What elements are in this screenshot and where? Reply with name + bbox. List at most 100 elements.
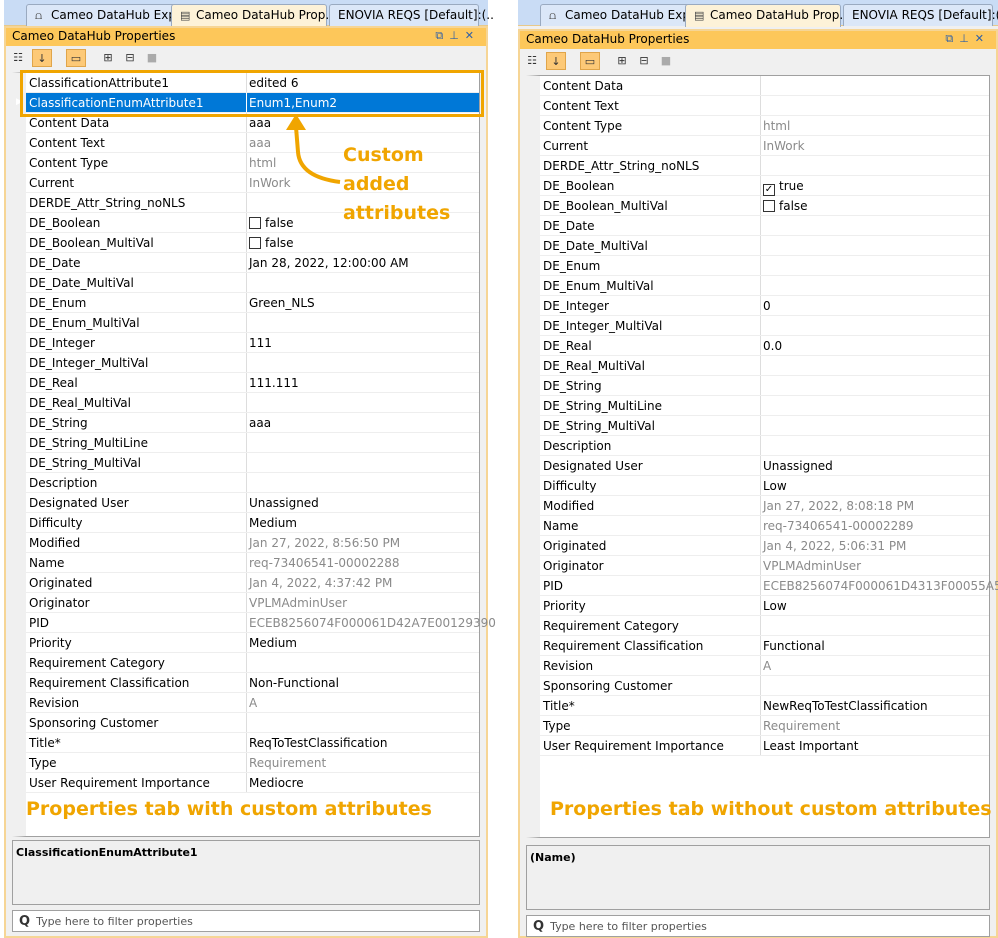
- property-row[interactable]: DE_String_MultiLine: [540, 396, 989, 416]
- property-value[interactable]: Low: [763, 599, 787, 613]
- collapse-all-icon[interactable]: ⊟: [634, 52, 654, 70]
- property-row[interactable]: Name req-73406541-00002288: [26, 553, 479, 573]
- property-row[interactable]: DE_String: [540, 376, 989, 396]
- property-row[interactable]: DE_Boolean ✓ true: [540, 176, 989, 196]
- property-row[interactable]: DE_Real 111.111: [26, 373, 479, 393]
- property-row[interactable]: Revision A: [540, 656, 989, 676]
- property-value[interactable]: Low: [763, 479, 787, 493]
- property-row[interactable]: DE_Boolean_MultiVal false: [540, 196, 989, 216]
- property-row[interactable]: Difficulty Low: [540, 476, 989, 496]
- close-icon[interactable]: ✕: [975, 32, 990, 45]
- property-row[interactable]: DE_Real_MultiVal: [26, 393, 479, 413]
- property-row[interactable]: Requirement Category: [26, 653, 479, 673]
- property-row[interactable]: DE_Real 0.0: [540, 336, 989, 356]
- property-row[interactable]: DE_Real_MultiVal: [540, 356, 989, 376]
- checkbox[interactable]: [249, 217, 261, 229]
- property-row[interactable]: DE_Enum_MultiVal: [540, 276, 989, 296]
- property-row[interactable]: Difficulty Medium: [26, 513, 479, 533]
- collapse-all-icon[interactable]: ⊟: [120, 49, 140, 67]
- property-value[interactable]: false: [763, 199, 808, 213]
- property-row[interactable]: Revision A: [26, 693, 479, 713]
- float-icon[interactable]: ⧉: [435, 29, 449, 42]
- property-row[interactable]: DE_Integer 0: [540, 296, 989, 316]
- property-row[interactable]: Title* ReqToTestClassification: [26, 733, 479, 753]
- description-toggle-icon[interactable]: ▭: [580, 52, 600, 70]
- pin-icon[interactable]: ⊥: [959, 32, 975, 45]
- property-row[interactable]: Designated User Unassigned: [26, 493, 479, 513]
- close-icon[interactable]: ✕: [465, 29, 480, 42]
- property-row[interactable]: DE_String_MultiLine: [26, 433, 479, 453]
- tab-2[interactable]: ENOVIA REQS [Default]:(..: [843, 4, 998, 26]
- property-row[interactable]: Requirement Classification Functional: [540, 636, 989, 656]
- checkbox[interactable]: [763, 200, 775, 212]
- property-value[interactable]: 0.0: [763, 339, 782, 353]
- property-row[interactable]: DE_Enum: [540, 256, 989, 276]
- property-row[interactable]: Originator VPLMAdminUser: [26, 593, 479, 613]
- property-value[interactable]: NewReqToTestClassification: [763, 699, 928, 713]
- property-value[interactable]: Medium: [249, 636, 297, 650]
- property-value[interactable]: Unassigned: [249, 496, 319, 510]
- property-value[interactable]: Non-Functional: [249, 676, 339, 690]
- property-value[interactable]: false: [249, 216, 294, 230]
- property-row[interactable]: PID ECEB8256074F000061D42A7E00129390: [26, 613, 496, 633]
- property-row[interactable]: PID ECEB8256074F000061D4313F00055A5A: [540, 576, 998, 596]
- property-row[interactable]: Requirement Classification Non-Functional: [26, 673, 479, 693]
- sort-alphabetical-icon[interactable]: ↓: [546, 52, 566, 70]
- property-row[interactable]: Modified Jan 27, 2022, 8:08:18 PM: [540, 496, 989, 516]
- property-value[interactable]: Functional: [763, 639, 825, 653]
- property-row[interactable]: Current InWork: [540, 136, 989, 156]
- filter-input[interactable]: Q Type here to filter properties: [12, 910, 480, 932]
- property-value[interactable]: ✓ true: [763, 179, 804, 196]
- save-icon[interactable]: ■: [656, 52, 676, 70]
- tab-0[interactable]: ⩍ Cameo DataHub Expl..: [26, 4, 187, 26]
- property-row[interactable]: DE_Integer_MultiVal: [26, 353, 479, 373]
- checkbox[interactable]: ✓: [763, 184, 775, 196]
- property-value[interactable]: Mediocre: [249, 776, 304, 790]
- property-row[interactable]: Requirement Category: [540, 616, 989, 636]
- property-row[interactable]: Content Type html: [540, 116, 989, 136]
- property-value[interactable]: 0: [763, 299, 771, 313]
- property-row[interactable]: Title* NewReqToTestClassification: [540, 696, 989, 716]
- property-row[interactable]: DE_Date Jan 28, 2022, 12:00:00 AM: [26, 253, 479, 273]
- property-row[interactable]: Priority Medium: [26, 633, 479, 653]
- float-icon[interactable]: ⧉: [945, 32, 959, 45]
- property-value[interactable]: aaa: [249, 116, 271, 130]
- property-row[interactable]: DE_Date: [540, 216, 989, 236]
- property-row[interactable]: DE_Integer_MultiVal: [540, 316, 989, 336]
- property-value[interactable]: Unassigned: [763, 459, 833, 473]
- property-row[interactable]: User Requirement Importance Least Importa…: [540, 736, 989, 756]
- property-row[interactable]: Content Text: [540, 96, 989, 116]
- expand-all-icon[interactable]: ⊞: [98, 49, 118, 67]
- property-value[interactable]: ReqToTestClassification: [249, 736, 387, 750]
- expand-all-icon[interactable]: ⊞: [612, 52, 632, 70]
- tab-1[interactable]: ▤ Cameo DataHub Prop..: [171, 4, 333, 27]
- property-row[interactable]: Designated User Unassigned: [540, 456, 989, 476]
- property-row[interactable]: Originator VPLMAdminUser: [540, 556, 989, 576]
- property-row[interactable]: DE_String aaa: [26, 413, 479, 433]
- property-value[interactable]: Green_NLS: [249, 296, 315, 310]
- tab-1[interactable]: ▤ Cameo DataHub Prop..: [685, 4, 847, 27]
- property-row[interactable]: Current InWork: [26, 173, 479, 193]
- property-value[interactable]: 111: [249, 336, 272, 350]
- property-value[interactable]: aaa: [249, 416, 271, 430]
- checkbox[interactable]: [249, 237, 261, 249]
- property-row[interactable]: Sponsoring Customer: [540, 676, 989, 696]
- property-value[interactable]: Medium: [249, 516, 297, 530]
- property-row[interactable]: Sponsoring Customer: [26, 713, 479, 733]
- tab-2[interactable]: ENOVIA REQS [Default]:(..: [329, 4, 494, 26]
- property-row[interactable]: DE_Date_MultiVal: [540, 236, 989, 256]
- property-row[interactable]: DE_String_MultiVal: [26, 453, 479, 473]
- property-value[interactable]: Jan 28, 2022, 12:00:00 AM: [249, 256, 409, 270]
- property-row[interactable]: Content Data: [540, 76, 989, 96]
- categorized-view-icon[interactable]: ☷: [8, 49, 28, 67]
- property-row[interactable]: DERDE_Attr_String_noNLS: [540, 156, 989, 176]
- property-row[interactable]: Name req-73406541-00002289: [540, 516, 989, 536]
- categorized-view-icon[interactable]: ☷: [522, 52, 542, 70]
- property-row[interactable]: Modified Jan 27, 2022, 8:56:50 PM: [26, 533, 479, 553]
- property-row[interactable]: DE_Integer 111: [26, 333, 479, 353]
- property-row[interactable]: DE_Boolean_MultiVal false: [26, 233, 479, 253]
- property-value[interactable]: 111.111: [249, 376, 299, 390]
- property-value[interactable]: false: [249, 236, 294, 250]
- sort-alphabetical-icon[interactable]: ↓: [32, 49, 52, 67]
- pin-icon[interactable]: ⊥: [449, 29, 465, 42]
